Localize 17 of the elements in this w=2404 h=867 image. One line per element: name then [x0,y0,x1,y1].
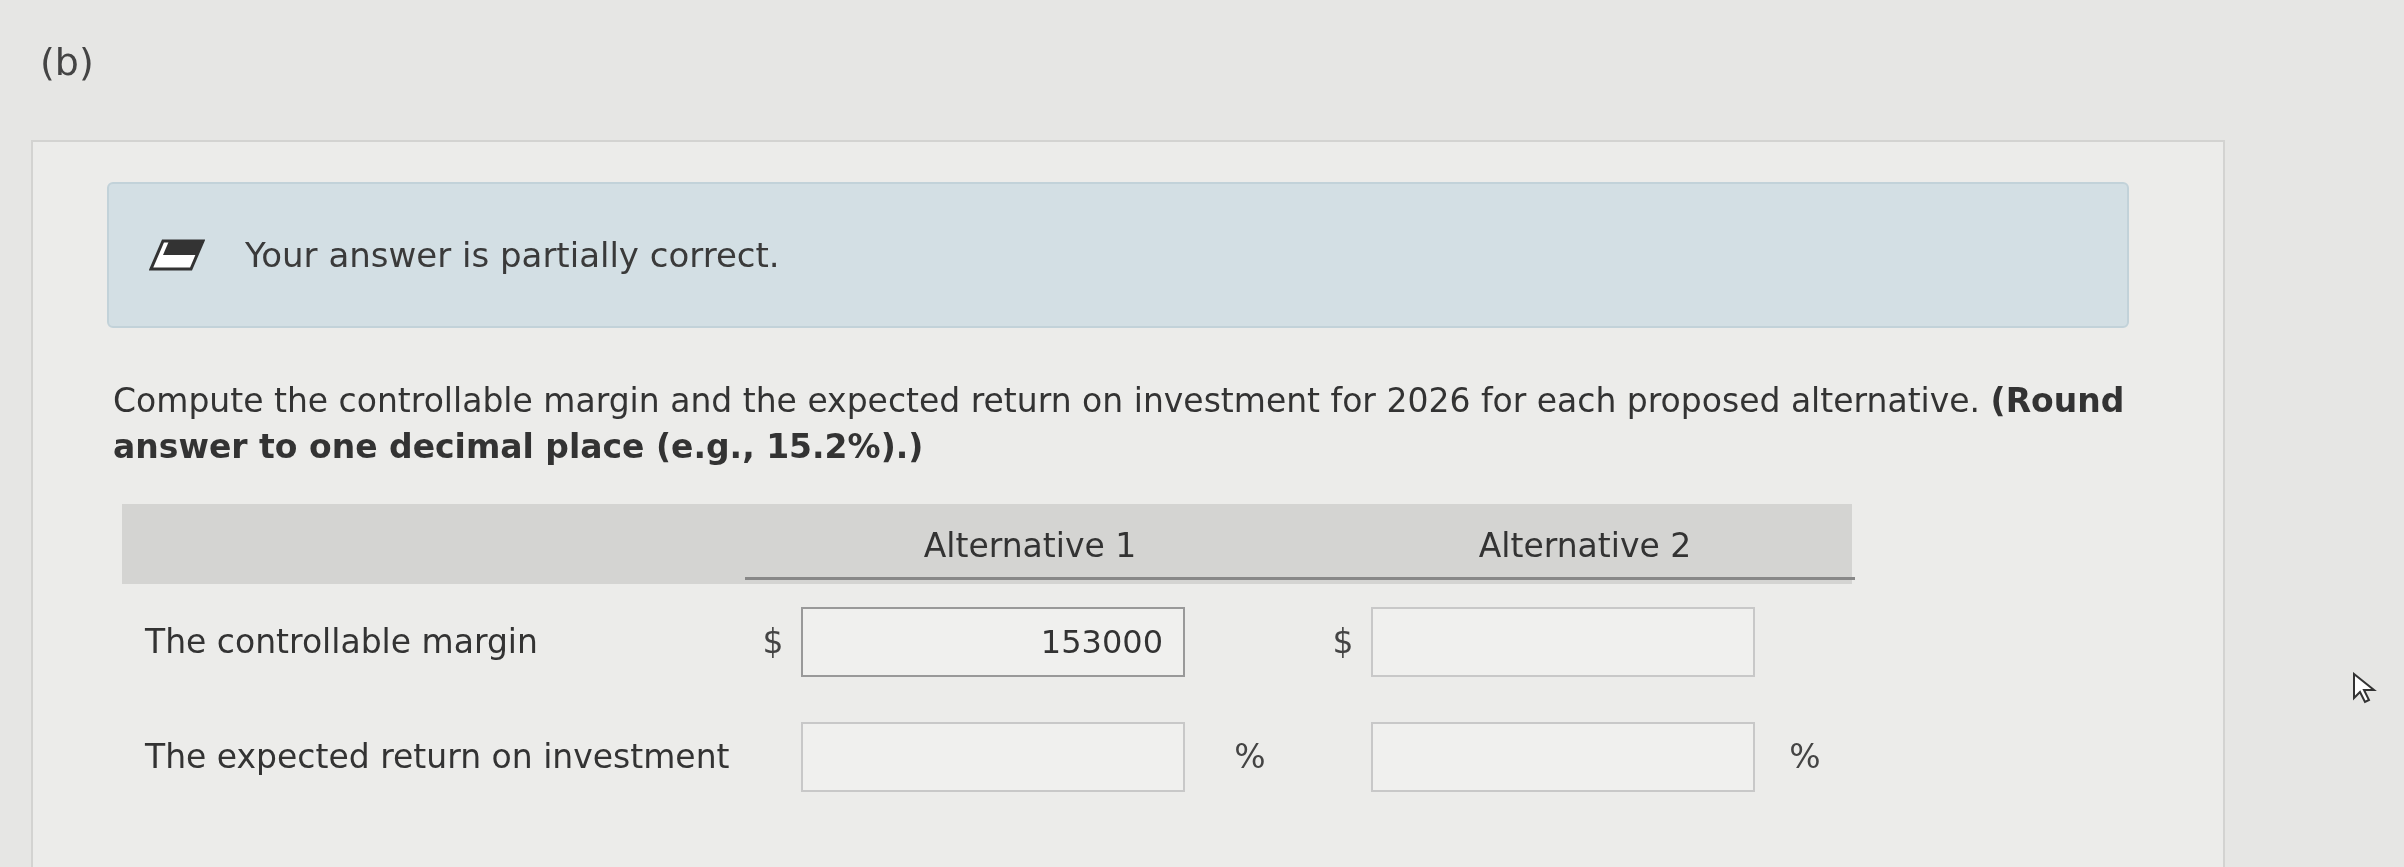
pointer-cursor-icon [2352,672,2378,704]
answer-field[interactable]: 153000 [801,606,1185,677]
answer-field[interactable] [1371,606,1755,677]
percent-sign: % [1788,737,1822,776]
eraser-icon [149,237,205,273]
row-label: The controllable margin [145,622,539,661]
answer-field[interactable] [801,721,1185,792]
dollar-sign: $ [761,622,785,661]
part-label: (b) [40,40,94,84]
column-header: Alternative 1 [745,508,1315,580]
question-text: Compute the controllable margin and the expected return on investment for 2026 for each proposed alternative. (Round answer to one decimal place (e.g., 15.2%).) [113,380,2126,468]
feedback-message: Your answer is partially correct. [245,235,780,275]
row-label: The expected return on investment [145,737,731,776]
answer-field[interactable] [1371,721,1755,792]
dollar-sign: $ [1331,622,1355,661]
percent-sign: % [1233,737,1267,776]
column-header: Alternative 2 [1315,508,1855,580]
